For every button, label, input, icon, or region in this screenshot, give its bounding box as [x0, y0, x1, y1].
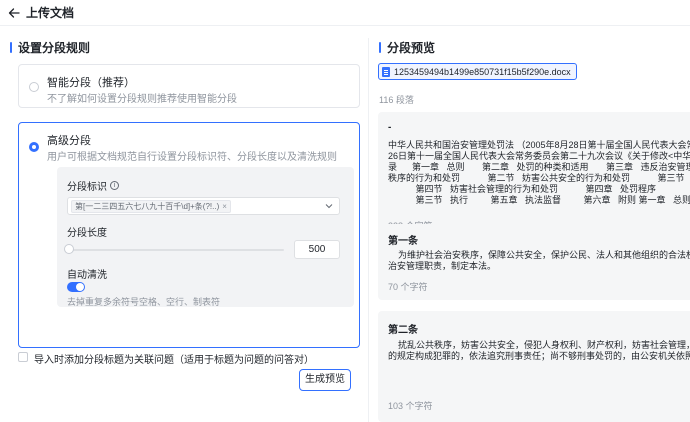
segment-heading: 第一条 — [388, 236, 418, 247]
smart-option-title: 智能分段（推荐） — [47, 77, 135, 89]
segment-count: 116 段落 — [379, 95, 414, 105]
segment-card: - 中华人民共和国治安管理处罚法 （2005年8月28日第十届全国人民代表大会常… — [378, 112, 690, 236]
identifier-label-text: 分段标识 — [67, 182, 107, 193]
smart-segment-option[interactable]: 智能分段（推荐） 不了解如何设置分段规则推荐使用智能分段 — [18, 64, 360, 108]
preview-section-title: 分段预览 — [379, 38, 435, 56]
advanced-settings-box: 分段标识 i 第[一二三四五六七八九十百千\d]+条(?!..) × 分段长度 5… — [57, 167, 354, 307]
file-name: 1253459494b1499e850731f15b5f290e.docx — [394, 66, 571, 77]
identifier-select[interactable]: 第[一二三四五六七八九十百千\d]+条(?!..) × — [67, 197, 340, 215]
identifier-label: 分段标识 i — [67, 178, 119, 193]
segment-body: 中华人民共和国治安管理处罚法 （2005年8月28日第十届全国人民代表大会常务委… — [388, 140, 690, 205]
identifier-tag-text: 第[一二三四五六七八九十百千\d]+条(?!..) — [75, 202, 220, 211]
identifier-tag: 第[一二三四五六七八九十百千\d]+条(?!..) × — [71, 200, 231, 213]
segment-card: 第二条 扰乱公共秩序，妨害公共安全，侵犯人身权利、财产权利，妨害社会管理，具有社… — [378, 311, 690, 422]
back-arrow-icon[interactable] — [8, 7, 20, 19]
segment-char-count: 103 个字符 — [388, 401, 433, 411]
segment-body: 为维护社会治安秩序，保障公共安全，保护公民、法人和其他组织的合法权益，规 治安管… — [388, 250, 690, 271]
length-label: 分段长度 — [67, 228, 107, 239]
advanced-segment-option[interactable]: 高级分段 用户可根据文档规范自行设置分段标识符、分段长度以及清洗规则 分段标识 … — [18, 122, 360, 348]
segment-preview-panel: 分段预览 1253459494b1499e850731f15b5f290e.do… — [368, 38, 690, 422]
segment-heading: - — [388, 122, 392, 133]
smart-option-desc: 不了解如何设置分段规则推荐使用智能分段 — [47, 94, 237, 105]
rules-section-title: 设置分段规则 — [10, 38, 355, 56]
top-bar: 上传文档 — [0, 0, 690, 26]
section-marker — [10, 41, 12, 53]
advanced-radio[interactable] — [29, 142, 39, 152]
advanced-option-desc: 用户可根据文档规范自行设置分段标识符、分段长度以及清洗规则 — [47, 152, 337, 163]
length-slider-track[interactable] — [71, 249, 284, 251]
length-input[interactable]: 500 — [294, 240, 340, 259]
chevron-down-icon[interactable] — [325, 202, 333, 210]
segment-heading: 第二条 — [388, 325, 418, 336]
docx-file-icon — [382, 66, 390, 77]
rules-section-label: 设置分段规则 — [18, 40, 91, 55]
auto-clean-label: 自动清洗 — [67, 270, 107, 281]
segment-rules-panel: 设置分段规则 智能分段（推荐） 不了解如何设置分段规则推荐使用智能分段 高级分段… — [10, 38, 360, 422]
segment-body: 扰乱公共秩序，妨害公共安全，侵犯人身权利、财产权利，妨害社会管理，具有社 的规定… — [388, 340, 690, 361]
segment-char-count: 70 个字符 — [388, 282, 428, 292]
length-slider-handle[interactable] — [64, 244, 74, 254]
preview-section-label: 分段预览 — [387, 40, 436, 55]
tag-close-icon[interactable]: × — [222, 202, 227, 211]
smart-radio[interactable] — [29, 82, 39, 92]
generate-preview-button[interactable]: 生成预览 — [299, 369, 351, 391]
add-title-question-label: 导入时添加分段标题为关联问题（适用于标题为问题的问答对） — [34, 355, 314, 366]
auto-clean-desc: 去掉重复多余符号空格、空行、制表符 — [67, 297, 221, 307]
advanced-option-title: 高级分段 — [47, 135, 91, 147]
add-title-question-checkbox[interactable] — [18, 352, 28, 362]
info-icon[interactable]: i — [110, 181, 119, 190]
segment-card: 第一条 为维护社会治安秩序，保障公共安全，保护公民、法人和其他组织的合法权益，规… — [378, 224, 690, 300]
section-marker — [379, 41, 381, 53]
file-chip[interactable]: 1253459494b1499e850731f15b5f290e.docx — [378, 63, 577, 80]
page-title: 上传文档 — [26, 6, 75, 20]
auto-clean-toggle[interactable] — [67, 282, 85, 292]
